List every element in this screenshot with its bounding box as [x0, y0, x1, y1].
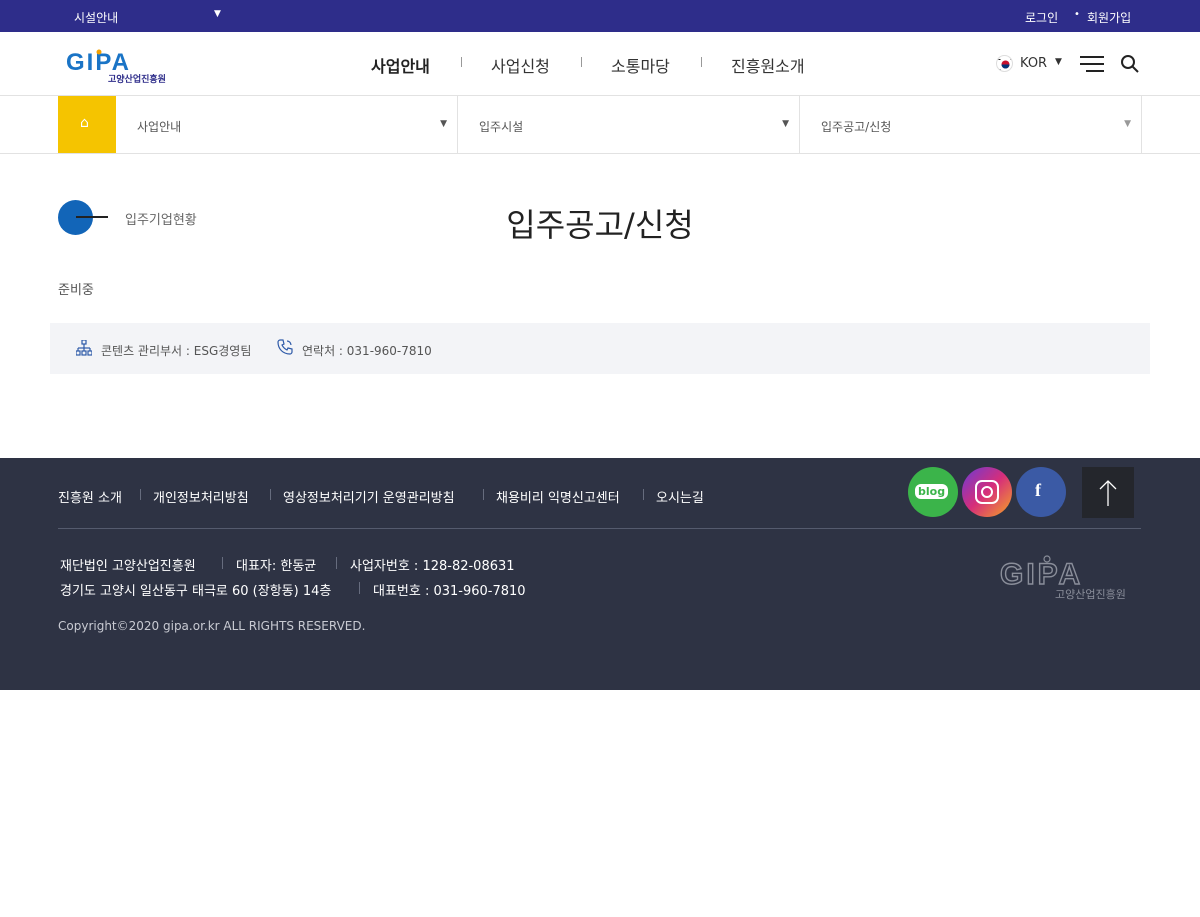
- instagram-lens-icon: [981, 486, 993, 498]
- site-footer: 진흥원 소개 개인정보처리방침 영상정보처리기기 운영관리방침 채용비리 익명신…: [0, 458, 1200, 690]
- gnb-business-apply[interactable]: 사업신청: [491, 53, 550, 77]
- org-chart-icon: [76, 340, 92, 356]
- chevron-down-icon: ▼: [782, 119, 789, 129]
- footer-link-report-center[interactable]: 채용비리 익명신고센터: [496, 487, 620, 506]
- chevron-down-icon[interactable]: ▼: [1055, 57, 1062, 67]
- join-link[interactable]: 회원가입: [1087, 9, 1131, 26]
- footer-business-number: 사업자번호 : 128-82-08631: [350, 559, 515, 574]
- manager-phone: 연락처 : 031-960-7810: [302, 344, 432, 358]
- footer-link-divider: [483, 489, 484, 500]
- hamburger-menu-icon[interactable]: [1080, 56, 1104, 72]
- footer-link-directions[interactable]: 오시는길: [656, 487, 704, 506]
- gnb-community[interactable]: 소통마당: [611, 53, 670, 77]
- footer-ceo: 대표자: 한동균: [236, 559, 317, 574]
- footer-org-name: 재단법인 고양산업진흥원: [60, 559, 196, 574]
- page-title: 입주공고/신청: [506, 206, 694, 244]
- depth3-dropdown[interactable]: 입주공고/신청 ▼: [800, 96, 1142, 153]
- facebook-icon: f: [1035, 480, 1041, 500]
- manager-department: 콘텐츠 관리부서 : ESG경영팀: [101, 344, 252, 358]
- gnb-business-info[interactable]: 사업안내: [371, 53, 430, 77]
- footer-address: 경기도 고양시 일산동구 태극로 60 (장항동) 14층: [60, 584, 332, 599]
- content-body-text: 준비중: [58, 283, 94, 298]
- chevron-down-icon: ▼: [1124, 119, 1131, 129]
- dropdown-label: 입주공고/신청: [821, 120, 892, 134]
- language-select[interactable]: KOR: [1020, 56, 1047, 71]
- footer-link-privacy[interactable]: 개인정보처리방침: [153, 487, 249, 506]
- footer-phone: 대표번호 : 031-960-7810: [373, 584, 526, 599]
- footer-link-about[interactable]: 진흥원 소개: [58, 487, 122, 506]
- gnb-divider: [461, 57, 462, 67]
- scroll-top-button[interactable]: [1082, 467, 1134, 518]
- gipa-logo[interactable]: GIPA 고양산업진흥원: [66, 48, 178, 84]
- gnb-divider: [581, 57, 582, 67]
- footer-gipa-logo: GIPA 고양산업진흥원: [1000, 555, 1126, 600]
- separator-dot: •: [1074, 9, 1080, 20]
- footer-link-divider: [140, 489, 141, 500]
- footer-divider: [58, 528, 1141, 529]
- footer-info-divider: [336, 557, 337, 569]
- site-header: GIPA 고양산업진흥원 사업안내 사업신청 소통마당 진흥원소개 KOR ▼: [0, 32, 1200, 96]
- svg-text:고양산업진흥원: 고양산업진흥원: [108, 73, 166, 84]
- svg-text:고양산업진흥원: 고양산업진흥원: [1055, 587, 1126, 600]
- depth1-dropdown[interactable]: 사업안내 ▼: [116, 96, 458, 153]
- footer-link-cctv-policy[interactable]: 영상정보처리기기 운영관리방침: [283, 487, 455, 506]
- login-link[interactable]: 로그인: [1025, 9, 1058, 26]
- top-utility-bar: 시설안내 ▼ 로그인 • 회원가입: [0, 0, 1200, 32]
- depth2-dropdown[interactable]: 입주시설 ▼: [458, 96, 800, 153]
- location-navigation: ⌂ 사업안내 ▼ 입주시설 ▼ 입주공고/신청 ▼: [0, 96, 1200, 154]
- gnb-about[interactable]: 진흥원소개: [731, 53, 805, 77]
- dropdown-label: 입주시설: [479, 120, 524, 134]
- blog-button[interactable]: blog: [908, 467, 958, 517]
- facility-dropdown-label[interactable]: 시설안내: [74, 9, 118, 26]
- blog-icon: blog: [915, 484, 949, 499]
- footer-info-divider: [359, 582, 360, 594]
- svg-text:GIPA: GIPA: [1000, 558, 1083, 591]
- instagram-button[interactable]: [962, 467, 1012, 517]
- chevron-down-icon: ▼: [440, 119, 447, 129]
- dropdown-label: 사업안내: [137, 120, 182, 134]
- search-icon[interactable]: [1120, 54, 1140, 74]
- footer-link-divider: [643, 489, 644, 500]
- home-button[interactable]: ⌂: [58, 96, 116, 153]
- footer-link-divider: [270, 489, 271, 500]
- home-icon: ⌂: [80, 115, 89, 131]
- chevron-down-icon[interactable]: ▼: [214, 9, 221, 19]
- arrow-up-icon: [1099, 480, 1117, 506]
- footer-copyright: Copyright©2020 gipa.or.kr ALL RIGHTS RES…: [58, 619, 366, 633]
- phone-icon: [277, 339, 293, 355]
- content-manager-info: 콘텐츠 관리부서 : ESG경영팀 연락처 : 031-960-7810: [50, 323, 1150, 374]
- footer-info-divider: [222, 557, 223, 569]
- korea-flag-icon[interactable]: [996, 55, 1013, 72]
- facebook-button[interactable]: f: [1016, 467, 1066, 517]
- gnb-divider: [701, 57, 702, 67]
